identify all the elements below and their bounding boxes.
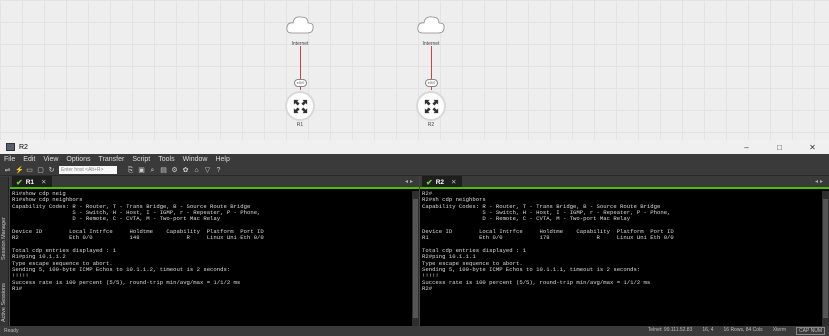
- sidebar: Session Manager Active Sessions: [0, 177, 9, 326]
- session-manager-tab[interactable]: Session Manager: [1, 217, 7, 260]
- status-cursor: 16, 4: [702, 327, 714, 333]
- app-icon: [6, 143, 15, 151]
- status-size: 16 Rows, 84 Cols: [723, 327, 763, 333]
- menu-bar: File Edit View Options Transfer Script T…: [0, 154, 829, 165]
- menu-edit[interactable]: Edit: [23, 156, 35, 163]
- minimize-button[interactable]: –: [730, 143, 763, 152]
- menu-script[interactable]: Script: [132, 156, 150, 163]
- cloud-icon: [286, 16, 314, 34]
- close-tab-icon[interactable]: ✕: [451, 178, 456, 186]
- menu-tools[interactable]: Tools: [158, 156, 174, 163]
- host-input[interactable]: Enter host <Alt+R>: [59, 166, 117, 174]
- internet-cloud-node-2[interactable]: Internet: [401, 14, 461, 47]
- internet-cloud-node-1[interactable]: Internet: [270, 14, 330, 47]
- status-terminal: Xterm: [772, 327, 787, 333]
- print-icon[interactable]: ▤: [160, 167, 167, 174]
- status-bar: Ready Telnet: 99.111.52.83 16, 4 16 Rows…: [0, 326, 829, 336]
- reconnect-icon[interactable]: ↻: [48, 167, 55, 174]
- session-icon[interactable]: ▭: [26, 167, 33, 174]
- close-button[interactable]: ✕: [796, 143, 829, 152]
- menu-file[interactable]: File: [4, 156, 15, 163]
- terminal-window: R2 – □ ✕ File Edit View Options Transfer…: [0, 140, 829, 336]
- connect-icon[interactable]: ⇌: [4, 167, 11, 174]
- copy-icon[interactable]: ⎘: [127, 167, 134, 174]
- status-text: Ready: [4, 328, 19, 334]
- scrollbar[interactable]: [822, 191, 829, 326]
- menu-window[interactable]: Window: [183, 156, 208, 163]
- menu-help[interactable]: Help: [215, 156, 229, 163]
- connected-check-icon: ✔: [426, 177, 433, 187]
- topology-canvas[interactable]: Internet e0/0 R1 Internet e0/0 R2: [0, 0, 829, 140]
- maximize-button[interactable]: □: [763, 143, 796, 152]
- router-node-r1[interactable]: R1: [270, 91, 330, 128]
- tab-bar: ✔ R1 ✕ ◂▸: [10, 176, 419, 189]
- filter-icon[interactable]: ▽: [204, 167, 211, 174]
- tab-label: R2: [435, 178, 445, 186]
- router-label: R2: [427, 122, 435, 128]
- router-icon: [416, 91, 446, 121]
- terminal-output[interactable]: R2# R2#sh cdp neighbors Capability Codes: …: [420, 191, 822, 326]
- lightning-icon[interactable]: ⚡: [15, 167, 24, 174]
- status-connection: Telnet: 99.111.52.83: [647, 327, 693, 333]
- menu-view[interactable]: View: [43, 156, 58, 163]
- help-icon[interactable]: ?: [215, 167, 222, 174]
- tab-scroll-arrows[interactable]: ◂▸: [405, 178, 415, 185]
- clone-icon[interactable]: ▢: [37, 167, 44, 174]
- window-titlebar[interactable]: R2 – □ ✕: [0, 140, 829, 154]
- paste-icon[interactable]: ▣: [138, 167, 145, 174]
- options-icon[interactable]: ✿: [182, 167, 189, 174]
- tab-r2[interactable]: ✔ R2 ✕: [422, 176, 463, 187]
- terminal-output[interactable]: R1#show cdp neig R1#show cdp neighbors Cap…: [10, 191, 412, 326]
- router-node-r2[interactable]: R2: [401, 91, 461, 128]
- tab-r1[interactable]: ✔ R1 ✕: [12, 176, 53, 187]
- terminal-line: R2#: [422, 285, 433, 293]
- session-pane-r1: ✔ R1 ✕ ◂▸ R1#show cdp neig R1#show cdp ne…: [9, 176, 419, 326]
- window-title: R2: [19, 143, 28, 151]
- active-sessions-tab[interactable]: Active Sessions: [1, 283, 7, 322]
- cloud-icon: [417, 16, 445, 34]
- tab-bar: ✔ R2 ✕ ◂▸: [420, 176, 829, 189]
- connected-check-icon: ✔: [16, 177, 23, 187]
- key-icon[interactable]: ⌂: [193, 167, 200, 174]
- status-caps: CAP NUM: [796, 327, 825, 335]
- menu-transfer[interactable]: Transfer: [99, 156, 125, 163]
- tab-scroll-arrows[interactable]: ◂▸: [815, 178, 825, 185]
- scrollbar[interactable]: [412, 191, 419, 326]
- toolbar: ⇌ ⚡ ▭ ▢ ↻ Enter host <Alt+R> ⎘ ▣ ⌕ ▤ ⚙ ✿…: [0, 165, 829, 176]
- find-icon[interactable]: ⌕: [149, 167, 156, 174]
- tab-label: R1: [25, 178, 35, 186]
- menu-options[interactable]: Options: [66, 156, 90, 163]
- interface-label: e0/0: [425, 79, 438, 87]
- router-icon: [285, 91, 315, 121]
- interface-label: e0/0: [294, 79, 307, 87]
- close-tab-icon[interactable]: ✕: [41, 178, 46, 186]
- session-pane-r2: ✔ R2 ✕ ◂▸ R2# R2#sh cdp neighbors Capabili…: [419, 176, 829, 326]
- terminal-line: R1#: [12, 285, 23, 293]
- settings-icon[interactable]: ⚙: [171, 167, 178, 174]
- router-label: R1: [296, 122, 304, 128]
